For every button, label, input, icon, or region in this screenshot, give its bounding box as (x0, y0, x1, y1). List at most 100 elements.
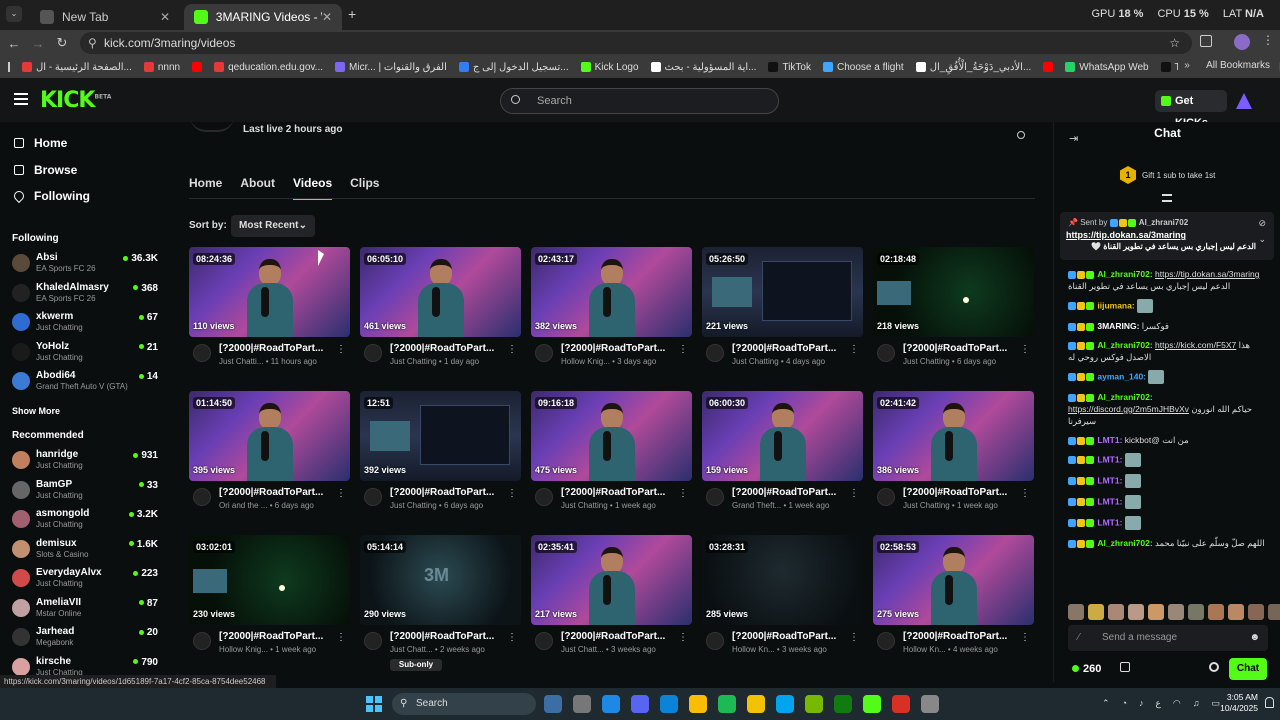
emote-icon[interactable] (1088, 604, 1104, 620)
video-title[interactable]: [?2000|#RoadToPart... (390, 343, 500, 354)
video-card[interactable]: 09:16:18 475 views [?2000|#RoadToPart... Ju… (531, 391, 692, 526)
emote-icon[interactable] (1208, 604, 1224, 620)
more-options-icon[interactable]: ⋮ (1020, 632, 1030, 643)
video-card[interactable]: 02:58:53 275 views [?2000|#RoadToPart... Ho… (873, 535, 1034, 670)
taskbar-app-icon[interactable] (631, 695, 649, 713)
channel-avatar[interactable] (877, 344, 895, 362)
taskbar-app-icon[interactable] (776, 695, 794, 713)
video-thumbnail[interactable]: 02:18:48 218 views (873, 247, 1034, 337)
emote-icon[interactable] (1268, 604, 1280, 620)
kicks-balance[interactable]: 260 (1072, 663, 1101, 675)
video-card[interactable]: 03:02:01 230 views [?2000|#RoadToPart... Ho… (189, 535, 350, 670)
chat-username[interactable]: Al_zhrani702: (1097, 538, 1152, 548)
sidebar-channel[interactable]: Absi EA Sports FC 26 36.3K (12, 252, 162, 278)
more-options-icon[interactable]: ⋮ (678, 632, 688, 643)
video-thumbnail[interactable]: 02:58:53 275 views (873, 535, 1034, 625)
chat-username[interactable]: LMT1: (1097, 475, 1122, 485)
video-card[interactable]: 06:00:30 159 views [?2000|#RoadToPart... Gr… (702, 391, 863, 526)
video-thumbnail[interactable]: 02:35:41 217 views (531, 535, 692, 625)
sidebar-channel[interactable]: AmeliaVII Mstar Online 87 (12, 597, 162, 623)
more-options-icon[interactable]: ⋮ (507, 344, 517, 355)
tab-videos[interactable]: Videos (293, 176, 333, 200)
video-title[interactable]: [?2000|#RoadToPart... (732, 631, 842, 642)
channel-avatar[interactable] (364, 488, 382, 506)
bookmark-star-icon[interactable]: ☆ (1169, 32, 1180, 54)
more-options-icon[interactable]: ⋮ (849, 344, 859, 355)
chat-username[interactable]: LMT1: (1097, 517, 1122, 527)
sidebar-channel[interactable]: Abodi64 Grand Theft Auto V (GTA) 14 (12, 370, 162, 396)
windows-start-icon[interactable] (366, 696, 382, 712)
battery-icon[interactable]: ▭ (1211, 698, 1220, 709)
sidebar-channel[interactable]: BamGP Just Chatting 33 (12, 479, 162, 505)
video-thumbnail[interactable]: 02:43:17 382 views (531, 247, 692, 337)
menu-kebab-icon[interactable]: ⋮ (1262, 33, 1274, 47)
bookmark-item[interactable]: Micr... | الفرق والقنوات (335, 62, 447, 73)
taskbar-app-icon[interactable] (660, 695, 678, 713)
video-thumbnail[interactable]: 12:51 392 views (360, 391, 521, 481)
apps-grid-icon[interactable] (8, 62, 10, 72)
bookmark-item[interactable]: qeducation.edu.gov... (214, 62, 323, 73)
notification-bell-icon[interactable] (1265, 697, 1274, 708)
more-options-icon[interactable]: ⋮ (507, 632, 517, 643)
search-input[interactable]: Search (500, 88, 779, 114)
sidebar-browse[interactable]: Browse (14, 163, 77, 177)
user-avatar-icon[interactable] (1236, 93, 1252, 109)
more-options-icon[interactable]: ⋮ (849, 632, 859, 643)
video-thumbnail[interactable]: 09:16:18 475 views (531, 391, 692, 481)
video-card[interactable]: 02:43:17 382 views [?2000|#RoadToPart... Ho… (531, 247, 692, 382)
extensions-icon[interactable] (1200, 35, 1212, 47)
chat-username[interactable]: Al_zhrani702: (1097, 340, 1152, 350)
video-card[interactable]: 08:24:36 110 views [?2000|#RoadToPart... Ju… (189, 247, 350, 382)
taskbar-app-icon[interactable] (544, 695, 562, 713)
filter-icon[interactable] (1162, 194, 1172, 202)
taskbar-app-icon[interactable] (602, 695, 620, 713)
more-options-icon[interactable]: ⋮ (336, 632, 346, 643)
video-card[interactable]: 06:05:10 461 views [?2000|#RoadToPart... Ju… (360, 247, 521, 382)
channel-avatar[interactable] (364, 344, 382, 362)
url-field[interactable]: ⚲ kick.com/3maring/videos ☆ (80, 32, 1192, 54)
channel-avatar[interactable] (706, 344, 724, 362)
chat-send-button[interactable]: Chat (1229, 658, 1267, 680)
profile-avatar[interactable] (1234, 34, 1250, 50)
video-thumbnail[interactable]: 01:14:50 395 views (189, 391, 350, 481)
chat-username[interactable]: LMT1: (1097, 435, 1122, 445)
chat-link[interactable]: https://discord.gg/2m5mJHBvXv (1068, 404, 1189, 414)
chat-username[interactable]: LMT1: (1097, 496, 1122, 506)
tab-kick-videos[interactable]: 3MARING Videos - Watch On-D ✕ (184, 4, 342, 30)
chat-input[interactable]: ⁄ Send a message ☻ (1068, 625, 1268, 651)
video-title[interactable]: [?2000|#RoadToPart... (903, 487, 1013, 498)
bookmark-item[interactable]: WhatsApp Web (1065, 62, 1149, 73)
channel-avatar[interactable] (877, 488, 895, 506)
video-thumbnail[interactable]: 08:24:36 110 views (189, 247, 350, 337)
bookmark-item[interactable] (1043, 62, 1054, 72)
forward-icon[interactable]: → (26, 36, 50, 51)
emote-icon[interactable] (1148, 604, 1164, 620)
sidebar-channel[interactable]: hanridge Just Chatting 931 (12, 449, 162, 475)
taskbar-app-icon[interactable] (689, 695, 707, 713)
video-thumbnail[interactable]: 03:02:01 230 views (189, 535, 350, 625)
sidebar-channel[interactable]: YoHolz Just Chatting 21 (12, 341, 162, 367)
emoji-icon[interactable]: ☻ (1249, 625, 1260, 651)
taskbar-app-icon[interactable] (573, 695, 591, 713)
channel-avatar[interactable] (535, 632, 553, 650)
video-title[interactable]: [?2000|#RoadToPart... (561, 631, 671, 642)
video-card[interactable]: 02:41:42 386 views [?2000|#RoadToPart... Ju… (873, 391, 1034, 526)
video-card[interactable]: 02:18:48 218 views [?2000|#RoadToPart... Ju… (873, 247, 1034, 382)
emote-icon[interactable] (1168, 604, 1184, 620)
channel-avatar[interactable] (535, 344, 553, 362)
network-icon[interactable]: ◠ (1173, 698, 1181, 709)
kick-logo[interactable]: KICKBETA (40, 88, 111, 113)
chat-username[interactable]: LMT1: (1097, 454, 1122, 464)
sort-dropdown[interactable]: Most Recent ⌄ (231, 215, 315, 237)
bookmark-item[interactable]: الصفحة الرئيسية - ال... (22, 62, 132, 73)
emote-icon[interactable] (1228, 604, 1244, 620)
emote-icon[interactable] (1108, 604, 1124, 620)
video-thumbnail[interactable]: 06:00:30 159 views (702, 391, 863, 481)
video-card[interactable]: 03:28:31 285 views [?2000|#RoadToPart... Ho… (702, 535, 863, 670)
gear-icon[interactable] (1209, 662, 1219, 672)
channel-avatar[interactable] (193, 488, 211, 506)
tab-clips[interactable]: Clips (350, 176, 379, 200)
sidebar-channel[interactable]: demisux Slots & Casino 1.6K (12, 538, 162, 564)
sidebar-channel[interactable]: KhaledAlmasry EA Sports FC 26 368 (12, 282, 162, 308)
sidebar-channel[interactable]: asmongold Just Chatting 3.2K (12, 508, 162, 534)
